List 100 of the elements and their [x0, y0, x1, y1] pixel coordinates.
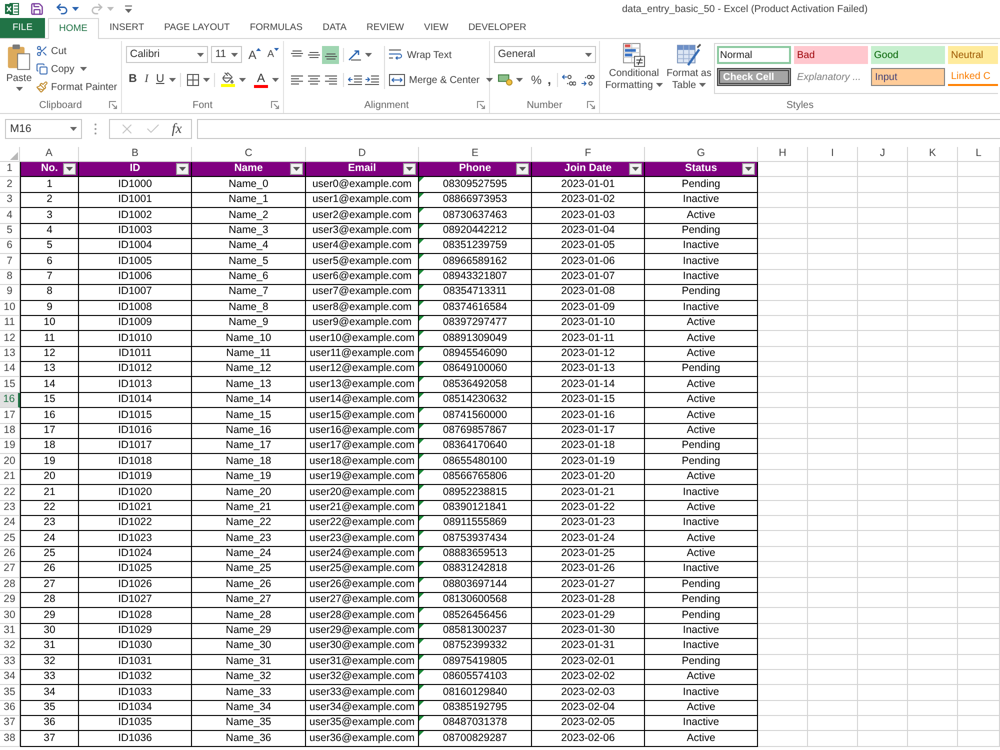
row-header[interactable]: 18 — [0, 424, 20, 440]
align-bottom-button[interactable] — [322, 46, 339, 64]
row-header[interactable]: 28 — [0, 578, 20, 593]
dropdown-caret-icon[interactable] — [516, 78, 523, 82]
accounting-format-icon[interactable] — [498, 74, 513, 86]
cut-button[interactable]: Cut — [36, 42, 67, 60]
cell-style-item[interactable]: Normal — [717, 46, 791, 64]
row-header[interactable]: 33 — [0, 654, 20, 670]
row-header[interactable]: 10 — [0, 300, 20, 316]
row-header[interactable]: 8 — [0, 270, 20, 286]
cell-style-item[interactable]: Input — [871, 68, 945, 86]
row-header[interactable]: 21 — [0, 470, 20, 486]
cell-style-item[interactable]: Good — [871, 46, 945, 64]
ribbon-tab[interactable]: DATA — [312, 18, 357, 38]
borders-icon[interactable] — [187, 74, 200, 86]
format-painter-button[interactable]: Format Painter — [36, 78, 118, 96]
font-size-field[interactable]: 11 — [211, 46, 242, 63]
dropdown-caret-icon[interactable] — [231, 52, 238, 56]
ribbon-tab[interactable]: HOME — [48, 18, 98, 39]
dropdown-caret-icon[interactable] — [585, 52, 592, 56]
row-header[interactable]: 26 — [0, 546, 20, 562]
wrap-text-button[interactable]: Wrap Text — [389, 46, 452, 64]
column-header[interactable]: H — [758, 147, 808, 162]
dropdown-caret-icon[interactable] — [169, 78, 176, 82]
row-header[interactable]: 34 — [0, 670, 20, 686]
dropdown-caret-icon[interactable] — [197, 52, 204, 56]
cell-style-item[interactable]: Neutral — [948, 46, 998, 64]
row-header[interactable]: 23 — [0, 500, 20, 516]
merge-center-button[interactable]: Merge & Center — [389, 71, 493, 89]
number-format-field[interactable]: General — [494, 46, 596, 63]
ribbon-tab[interactable]: FORMULAS — [240, 18, 313, 38]
undo-icon[interactable] — [55, 2, 69, 16]
formula-input-field[interactable] — [197, 119, 1000, 139]
filter-button[interactable] — [403, 163, 416, 175]
row-header[interactable]: 27 — [0, 562, 20, 578]
grow-font-button[interactable]: A — [248, 48, 262, 62]
row-header[interactable]: 17 — [0, 408, 20, 424]
drag-handle-icon[interactable] — [94, 123, 97, 135]
decrease-decimal-icon[interactable] — [581, 74, 595, 86]
filter-button[interactable] — [742, 163, 755, 175]
row-header[interactable]: 20 — [0, 454, 20, 470]
row-header[interactable]: 36 — [0, 700, 20, 716]
dropdown-caret-icon[interactable] — [239, 78, 246, 82]
spreadsheet-logo-icon[interactable] — [5, 2, 19, 16]
conditional-formatting-button[interactable]: Conditional Formatting — [604, 43, 664, 97]
paste-button[interactable]: Paste — [4, 41, 34, 97]
row-header[interactable]: 37 — [0, 716, 20, 732]
copy-button[interactable]: Copy — [36, 60, 88, 78]
row-header[interactable]: 22 — [0, 485, 20, 501]
dropdown-caret-icon[interactable] — [656, 83, 663, 88]
increase-indent-icon[interactable] — [365, 75, 379, 85]
ribbon-tab[interactable]: VIEW — [414, 18, 458, 38]
column-header[interactable]: I — [808, 147, 858, 162]
font-name-field[interactable]: Calibri — [126, 46, 208, 63]
align-right-icon[interactable] — [324, 75, 336, 85]
format-as-table-button[interactable]: Format as Table — [664, 43, 714, 97]
fill-color-icon[interactable] — [221, 72, 236, 87]
filter-button[interactable] — [290, 163, 303, 175]
dialog-launcher-icon[interactable] — [109, 101, 117, 109]
name-box[interactable]: M16 — [5, 119, 82, 139]
dropdown-caret-icon[interactable] — [486, 78, 493, 82]
row-header[interactable]: 25 — [0, 531, 20, 547]
filter-button[interactable] — [63, 163, 76, 175]
row-header[interactable]: 35 — [0, 685, 20, 701]
dropdown-caret-icon[interactable] — [80, 67, 88, 71]
row-header[interactable]: 31 — [0, 624, 20, 640]
underline-button[interactable]: U — [153, 71, 168, 88]
row-header[interactable]: 7 — [0, 254, 20, 270]
filter-button[interactable] — [629, 163, 642, 175]
column-header[interactable]: L — [958, 147, 1000, 162]
column-header[interactable]: J — [858, 147, 908, 162]
dropdown-caret-icon[interactable] — [365, 53, 372, 57]
row-header[interactable]: 15 — [0, 377, 20, 393]
row-header[interactable]: 38 — [0, 731, 20, 747]
filter-button[interactable] — [176, 163, 189, 175]
ribbon-tab[interactable]: INSERT — [100, 18, 154, 38]
row-header[interactable]: 14 — [0, 362, 20, 378]
insert-function-button[interactable]: fx — [172, 118, 182, 140]
row-header[interactable]: 1 — [0, 162, 20, 178]
decrease-indent-icon[interactable] — [348, 75, 362, 85]
increase-decimal-icon[interactable] — [562, 74, 576, 86]
bold-button[interactable]: B — [126, 71, 140, 88]
row-header[interactable]: 11 — [0, 316, 20, 332]
italic-button[interactable]: I — [140, 71, 154, 88]
customize-menu-icon[interactable] — [125, 5, 132, 13]
row-header[interactable]: 2 — [0, 177, 20, 193]
cell-style-item[interactable]: Bad — [794, 46, 868, 64]
comma-style-button[interactable]: , — [546, 70, 553, 90]
align-left-icon[interactable] — [290, 75, 302, 85]
dropdown-caret-icon[interactable] — [72, 7, 79, 11]
row-header[interactable]: 4 — [0, 208, 20, 224]
column-header[interactable]: K — [908, 147, 958, 162]
row-header[interactable]: 5 — [0, 224, 20, 239]
dropdown-caret-icon[interactable] — [70, 127, 77, 131]
filter-button[interactable] — [516, 163, 529, 175]
text-orientation-icon[interactable] — [348, 49, 362, 61]
ribbon-tab[interactable]: REVIEW — [356, 18, 414, 38]
dialog-launcher-icon[interactable] — [477, 101, 485, 109]
dropdown-caret-icon[interactable] — [272, 78, 280, 82]
dialog-launcher-icon[interactable] — [271, 101, 279, 109]
